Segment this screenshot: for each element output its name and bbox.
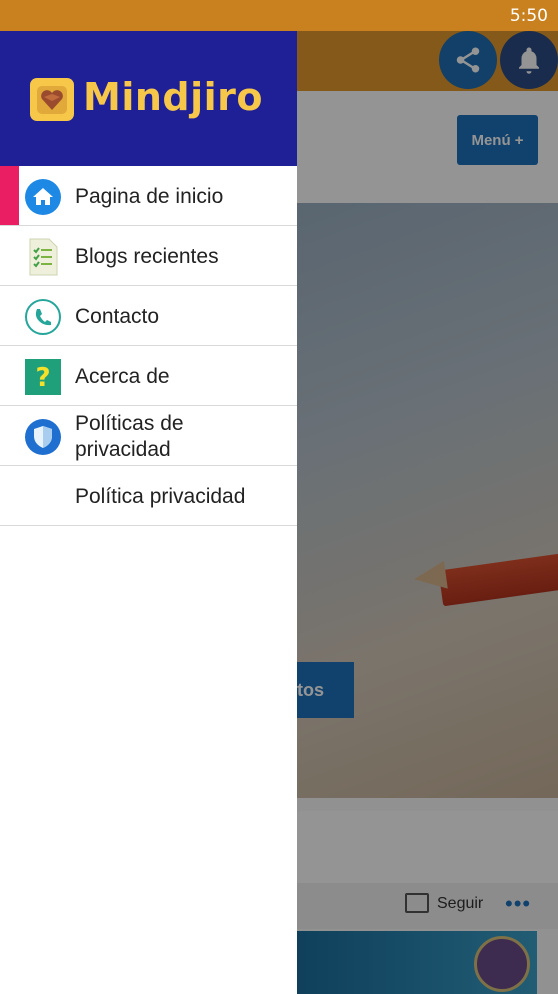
shield-icon xyxy=(24,418,62,456)
menu-item-privacy-policies[interactable]: Políticas de privacidad xyxy=(0,406,297,466)
brand-name: Mindjiro xyxy=(83,75,263,119)
menu-item-label: Acerca de xyxy=(75,365,170,388)
svg-text:?: ? xyxy=(35,363,50,393)
menu-item-home[interactable]: Pagina de inicio xyxy=(0,166,297,226)
menu-item-privacy-policy[interactable]: Política privacidad xyxy=(0,466,297,526)
menu-item-label: Política privacidad xyxy=(75,485,246,508)
menu-item-recent-blogs[interactable]: Blogs recientes xyxy=(0,226,297,286)
heart-box-icon xyxy=(37,85,67,114)
drawer-header: Mindjiro xyxy=(0,31,297,166)
status-time: 5:50 xyxy=(509,6,548,26)
question-icon: ? xyxy=(24,358,62,396)
checklist-icon xyxy=(24,238,62,276)
home-icon xyxy=(24,178,62,216)
brand-logo-icon xyxy=(30,78,74,121)
status-bar: 5:50 xyxy=(0,0,558,31)
menu-item-contact[interactable]: Contacto xyxy=(0,286,297,346)
phone-icon xyxy=(24,298,62,336)
menu-item-label: Pagina de inicio xyxy=(75,185,224,208)
navigation-drawer: Mindjiro Pagina de inicio Blogs reciente… xyxy=(0,31,297,994)
menu-item-label: Contacto xyxy=(75,305,160,328)
menu-item-label: Políticas de privacidad xyxy=(75,412,184,461)
menu-item-label: Blogs recientes xyxy=(75,245,219,268)
drawer-scrim[interactable] xyxy=(297,31,558,994)
menu-item-about[interactable]: ? Acerca de xyxy=(0,346,297,406)
